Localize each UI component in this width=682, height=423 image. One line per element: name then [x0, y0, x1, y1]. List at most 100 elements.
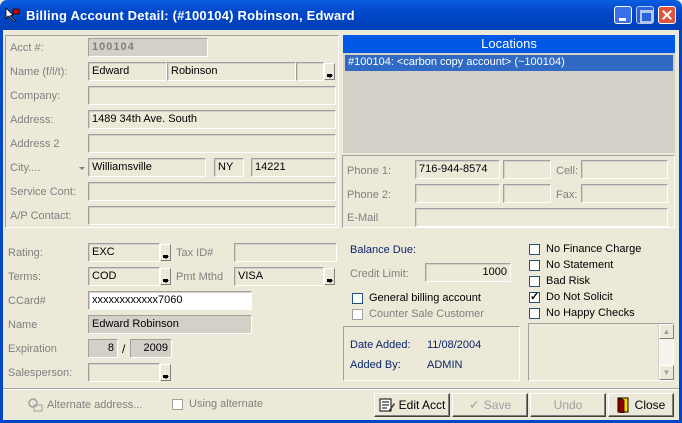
chevron-down-icon	[327, 280, 333, 283]
terms-dropdown[interactable]	[160, 268, 171, 285]
location-item[interactable]: #100104: <carbon copy account> (~100104)	[345, 55, 673, 71]
rating-label: Rating:	[8, 247, 43, 259]
chevron-down-icon	[327, 75, 333, 78]
added-by-label: Added By:	[350, 359, 401, 371]
salesperson-field[interactable]	[88, 363, 160, 382]
window-title: Billing Account Detail: (#100104) Robins…	[26, 8, 355, 23]
phone1-label: Phone 1:	[347, 165, 392, 177]
email-field[interactable]	[415, 208, 668, 227]
company-label: Company:	[10, 90, 61, 102]
general-billing-checkbox[interactable]	[352, 293, 363, 304]
city-field[interactable]: Williamsville	[88, 158, 206, 177]
save-button[interactable]: ✓ Save	[452, 393, 528, 417]
footer-divider	[3, 388, 679, 390]
phone1-ext-field[interactable]	[503, 160, 551, 179]
save-label: Save	[483, 398, 512, 412]
pmt-mthd-label: Pmt Mthd	[176, 271, 224, 283]
salesperson-label: Salesperson:	[8, 367, 73, 379]
chevron-down-icon	[163, 376, 169, 379]
acct-number-field: 100104	[88, 38, 208, 57]
close-button[interactable]: Close	[608, 393, 674, 417]
credit-limit-label: Credit Limit:	[350, 268, 409, 280]
maximize-button[interactable]	[636, 6, 654, 24]
no-finance-charge-checkbox[interactable]	[529, 244, 540, 255]
app-icon	[5, 7, 20, 22]
bad-risk-label: Bad Risk	[546, 275, 591, 287]
expiration-label: Expiration	[8, 343, 57, 355]
address2-field[interactable]	[88, 134, 336, 153]
ap-contact-label: A/P Contact:	[10, 210, 72, 222]
name-title-field[interactable]	[296, 62, 324, 81]
rating-field[interactable]: EXC	[88, 243, 160, 262]
added-by-value: ADMIN	[427, 359, 463, 371]
title-bar: Billing Account Detail: (#100104) Robins…	[0, 0, 682, 30]
zip-field[interactable]: 14221	[251, 158, 336, 177]
city-dropdown-icon[interactable]	[79, 167, 85, 170]
no-statement-label: No Statement	[546, 259, 614, 271]
locations-list[interactable]: #100104: <carbon copy account> (~100104)	[343, 53, 675, 153]
salesperson-dropdown[interactable]	[160, 364, 171, 381]
cell-field[interactable]	[581, 160, 668, 179]
tax-id-label: Tax ID#	[176, 247, 214, 259]
ccard-label: CCard#	[8, 295, 46, 307]
terms-field[interactable]: COD	[88, 267, 160, 286]
notes-scrollbar[interactable]: ▲ ▼	[658, 324, 674, 380]
no-happy-checks-checkbox[interactable]	[529, 308, 540, 319]
minimize-button[interactable]	[614, 6, 632, 24]
cell-label: Cell:	[556, 165, 579, 177]
close-window-button[interactable]	[658, 6, 676, 24]
date-added-label: Date Added:	[350, 339, 411, 351]
undo-button[interactable]: Undo	[530, 393, 606, 417]
notes-area[interactable]	[528, 323, 674, 381]
state-field[interactable]: NY	[214, 158, 244, 177]
pmt-mthd-field[interactable]: VISA	[234, 267, 324, 286]
pmt-mthd-dropdown[interactable]	[324, 268, 335, 285]
card-name-field[interactable]: Edward Robinson	[88, 315, 252, 334]
edit-acct-button[interactable]: Edit Acct	[374, 393, 450, 417]
fax-label: Fax:	[556, 189, 578, 201]
fax-field[interactable]	[581, 184, 668, 203]
using-alternate-checkbox[interactable]	[172, 399, 183, 410]
exp-month-field[interactable]: 8	[88, 339, 118, 358]
alternate-address-button[interactable]: Alternate address...	[47, 399, 142, 411]
bad-risk-checkbox[interactable]	[529, 276, 540, 287]
edit-acct-label: Edit Acct	[398, 398, 446, 412]
acct-label: Acct #:	[10, 42, 44, 54]
name-title-dropdown[interactable]	[324, 63, 335, 80]
address-field[interactable]: 1489 34th Ave. South	[88, 110, 336, 129]
service-cont-field[interactable]	[88, 182, 336, 201]
close-label: Close	[634, 398, 666, 412]
ap-contact-field[interactable]	[88, 206, 336, 225]
undo-label: Undo	[553, 398, 583, 412]
edit-icon	[379, 398, 395, 412]
phone2-label: Phone 2:	[347, 189, 392, 201]
counter-sale-checkbox[interactable]	[352, 309, 363, 320]
do-not-solicit-checkbox[interactable]	[529, 290, 540, 303]
added-info-panel	[343, 326, 520, 381]
chevron-down-icon	[163, 280, 169, 283]
scroll-down-icon[interactable]: ▼	[659, 365, 674, 380]
name-label: Name (f/l/t):	[10, 66, 68, 78]
general-billing-label: General billing account	[369, 292, 481, 304]
credit-limit-field[interactable]: 1000	[425, 263, 511, 282]
ccard-field[interactable]: xxxxxxxxxxxx7060	[88, 291, 252, 310]
exp-separator: /	[122, 342, 126, 356]
rating-dropdown[interactable]	[160, 244, 171, 261]
exp-year-field[interactable]: 2009	[130, 339, 172, 358]
phone1-field[interactable]: 716-944-8574	[415, 160, 500, 179]
date-added-value: 11/08/2004	[427, 339, 482, 351]
scroll-up-icon[interactable]: ▲	[659, 324, 674, 339]
alternate-address-icon	[28, 398, 43, 412]
locations-header: Locations	[343, 35, 675, 53]
company-field[interactable]	[88, 86, 336, 105]
first-name-field[interactable]: Edward	[88, 62, 167, 81]
phone2-ext-field[interactable]	[503, 184, 551, 203]
using-alternate-label: Using alternate	[189, 398, 263, 410]
phone2-field[interactable]	[415, 184, 500, 203]
no-statement-checkbox[interactable]	[529, 260, 540, 271]
tax-id-field[interactable]	[234, 243, 337, 262]
no-finance-charge-label: No Finance Charge	[546, 243, 642, 255]
do-not-solicit-label: Do Not Solicit	[546, 291, 613, 303]
no-happy-checks-label: No Happy Checks	[546, 307, 635, 319]
last-name-field[interactable]: Robinson	[167, 62, 296, 81]
